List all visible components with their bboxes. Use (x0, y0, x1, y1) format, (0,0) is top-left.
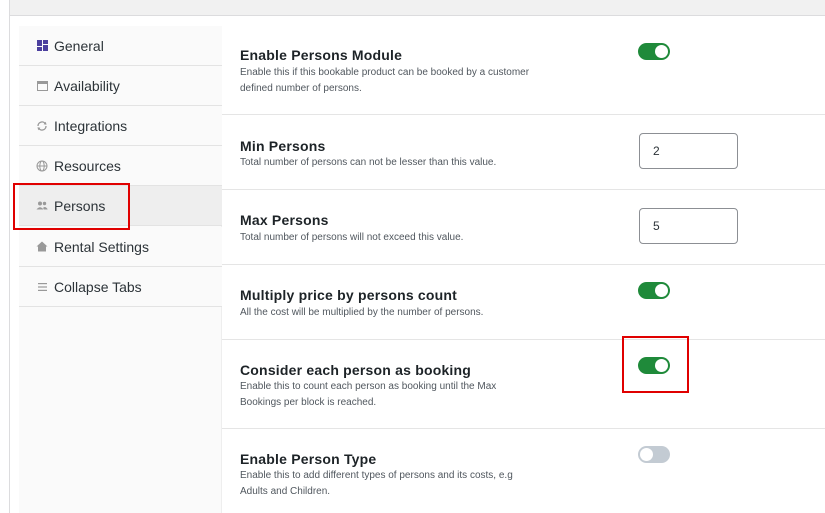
setting-title: Consider each person as booking (240, 362, 472, 378)
home-icon (36, 241, 48, 253)
setting-person-type: Enable Person Type Enable this to add di… (222, 429, 825, 513)
top-bar (10, 0, 825, 16)
tab-label: Resources (54, 157, 121, 174)
setting-description: Enable this to add different types of pe… (240, 470, 513, 497)
setting-description: Enable this to count each person as book… (240, 381, 497, 408)
setting-each-person-booking: Consider each person as booking Enable t… (222, 340, 825, 428)
menu-icon (36, 281, 48, 293)
toggle-knob (655, 45, 668, 58)
setting-title: Enable Person Type (240, 451, 377, 467)
setting-enable-persons: Enable Persons Module Enable this if thi… (222, 26, 825, 114)
setting-description: Total number of persons will not exceed … (240, 232, 464, 243)
tab-collapse[interactable]: Collapse Tabs (19, 267, 222, 307)
setting-title: Enable Persons Module (240, 47, 403, 63)
tab-rental-settings[interactable]: Rental Settings (19, 227, 222, 267)
tab-label: General (54, 37, 104, 54)
highlight-box-booking-toggle (622, 336, 689, 393)
person-type-toggle[interactable] (638, 446, 670, 463)
toggle-knob (655, 284, 668, 297)
setting-description: Enable this if this bookable product can… (240, 67, 530, 94)
setting-description: Total number of persons can not be lesse… (240, 157, 497, 168)
min-persons-input[interactable] (639, 133, 738, 169)
sync-icon (36, 120, 48, 132)
setting-multiply-price: Multiply price by persons count All the … (222, 265, 825, 339)
setting-title: Min Persons (240, 138, 326, 154)
tab-availability[interactable]: Availability (19, 66, 222, 106)
tab-label: Availability (54, 77, 120, 94)
grid-icon (36, 40, 48, 52)
tab-resources[interactable]: Resources (19, 146, 222, 186)
enable-persons-toggle[interactable] (638, 43, 670, 60)
setting-description: All the cost will be multiplied by the n… (240, 307, 484, 318)
max-persons-input[interactable] (639, 208, 738, 244)
tab-general[interactable]: General (19, 26, 222, 66)
toggle-knob (640, 448, 653, 461)
setting-title: Max Persons (240, 212, 329, 228)
tab-label: Collapse Tabs (54, 278, 142, 295)
setting-title: Multiply price by persons count (240, 287, 458, 303)
tab-integrations[interactable]: Integrations (19, 106, 222, 146)
product-data-tabs: General Availability Integrations Resour… (19, 26, 222, 513)
multiply-price-toggle[interactable] (638, 282, 670, 299)
tab-label: Rental Settings (54, 238, 149, 255)
tab-label: Integrations (54, 117, 128, 134)
globe-icon (36, 160, 48, 172)
highlight-box-persons-tab (13, 183, 130, 230)
calendar-icon (36, 80, 48, 92)
window-edge (0, 0, 10, 513)
